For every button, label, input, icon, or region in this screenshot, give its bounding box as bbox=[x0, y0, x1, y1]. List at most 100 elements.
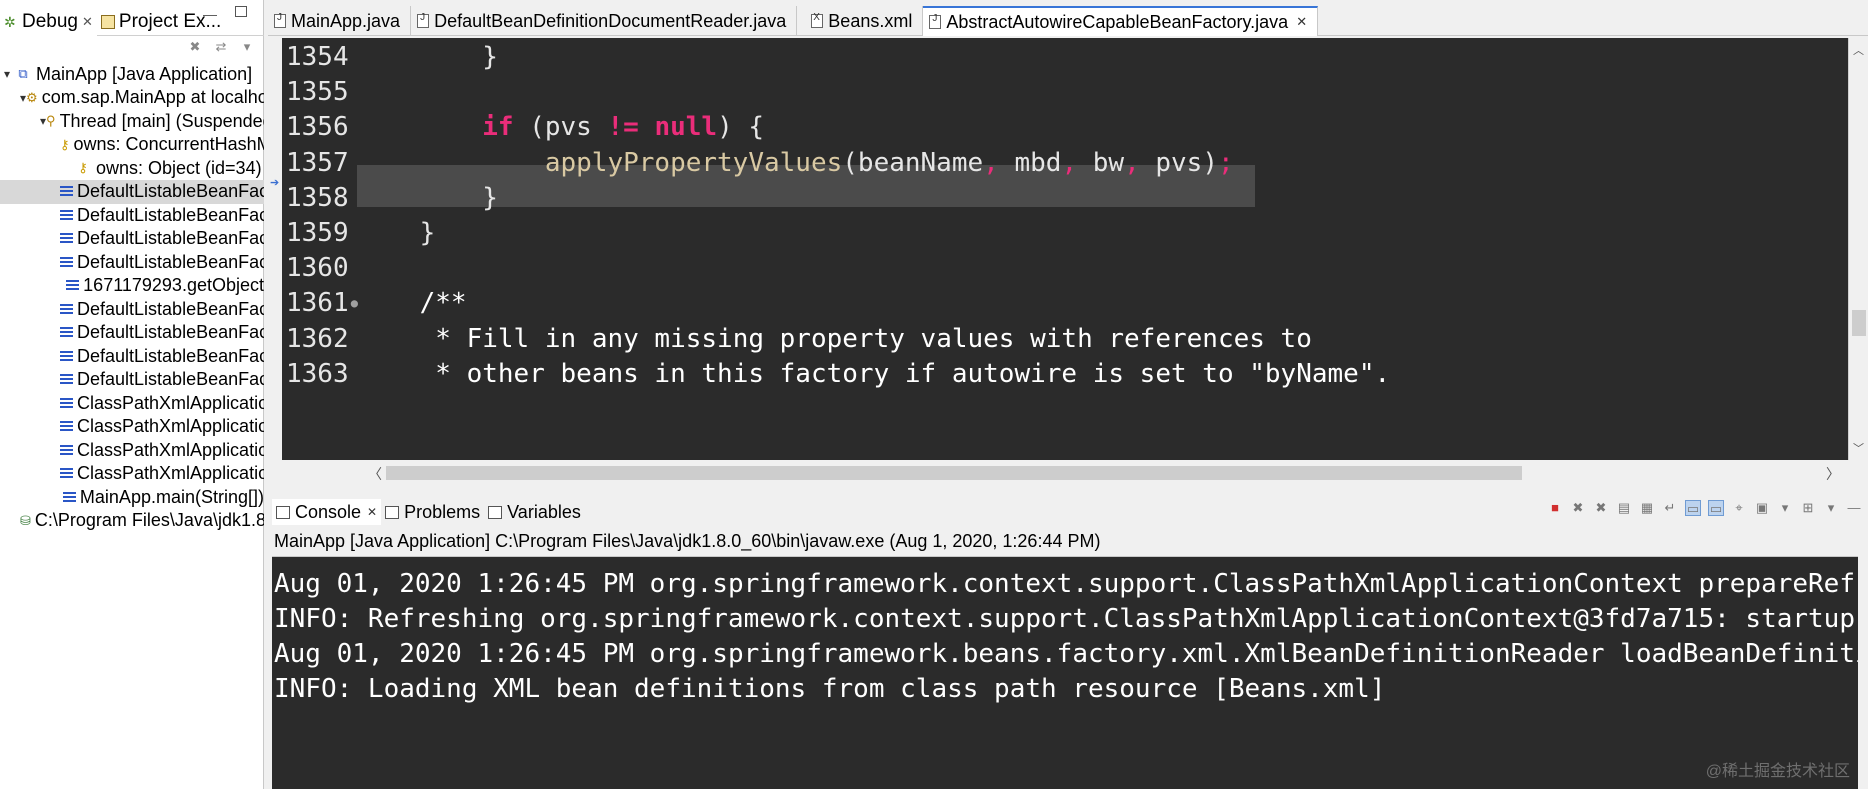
tree-item[interactable]: ⛁C:\Program Files\Java\jdk1.8.0_60 bbox=[0, 509, 264, 533]
close-icon[interactable]: ✕ bbox=[367, 505, 377, 519]
tree-item[interactable]: DefaultListableBeanFactory bbox=[0, 250, 264, 274]
maximize-icon[interactable] bbox=[235, 6, 247, 17]
console-tab[interactable]: Console ✕ bbox=[272, 499, 382, 525]
minimize-icon[interactable]: — bbox=[1846, 500, 1862, 516]
tree-item[interactable]: DefaultListableBeanFactory bbox=[0, 179, 264, 204]
expand-arrow-icon[interactable]: ▾ bbox=[0, 67, 14, 81]
tree-item[interactable]: DefaultListableBeanFactory bbox=[0, 297, 264, 321]
tree-item[interactable]: DefaultListableBeanFactory bbox=[0, 344, 264, 368]
tree-item[interactable]: ClassPathXmlApplicationContext bbox=[0, 415, 264, 439]
tree-item-label: DefaultListableBeanFactory bbox=[77, 369, 264, 389]
scroll-up-icon[interactable]: ︿ bbox=[1853, 42, 1864, 58]
chevron-down-icon[interactable]: ▾ bbox=[1777, 500, 1793, 516]
line-number-gutter: 1354 1355 1356 1357 1358 1359 1360 1361 ● 1362 136… bbox=[282, 38, 358, 460]
stack-frame-icon bbox=[60, 184, 73, 200]
tree-item[interactable]: MainApp.main(String[]) bbox=[0, 485, 264, 509]
sash[interactable] bbox=[264, 0, 268, 789]
tree-item[interactable]: ClassPathXmlApplicationContext bbox=[0, 462, 264, 486]
tree-item[interactable]: ▾ ⚲ Thread [main] (Suspended) bbox=[0, 109, 264, 133]
connect-icon[interactable]: ⇄ bbox=[213, 40, 229, 54]
tree-item-label: DefaultListableBeanFactory bbox=[77, 322, 264, 342]
tree-item-label: owns: ConcurrentHashMap bbox=[73, 134, 264, 154]
remove-all-terminated-icon[interactable]: ✖ bbox=[1593, 500, 1609, 516]
editor-vertical-scrollbar[interactable]: ︿ ﹀ bbox=[1848, 38, 1868, 460]
editor-tab[interactable]: Beans.xml bbox=[797, 6, 924, 36]
tab-debug[interactable]: ✲ Debug ✕ bbox=[0, 7, 97, 36]
editor-tab-label: Beans.xml bbox=[828, 10, 913, 31]
stack-frame-icon bbox=[60, 372, 73, 388]
show-on-stderr-icon[interactable]: ▭ bbox=[1708, 500, 1724, 516]
view-menu-icon[interactable]: ▾ bbox=[239, 40, 255, 54]
close-icon[interactable]: ✕ bbox=[1296, 14, 1307, 30]
stack-frame-icon bbox=[60, 419, 73, 435]
tree-item[interactable]: DefaultListableBeanFactory bbox=[0, 227, 264, 251]
code-token: } bbox=[482, 182, 498, 213]
line-number-text: 1361 bbox=[286, 288, 349, 319]
code-area[interactable]: } if (pvs != null) { applyPropertyValues… bbox=[357, 38, 1848, 460]
tree-item-label: DefaultListableBeanFactory bbox=[77, 204, 264, 225]
pin-console-icon[interactable]: ⌖ bbox=[1731, 500, 1747, 516]
scroll-thumb[interactable] bbox=[1852, 310, 1866, 336]
remove-terminated-icon[interactable]: ✖ bbox=[187, 40, 203, 54]
java-file-icon bbox=[417, 12, 430, 28]
code-token: , bbox=[1061, 147, 1078, 178]
line-number: 1363 bbox=[286, 353, 352, 395]
editor-tab[interactable]: AbstractAutowireCapableBeanFactory.java ✕ bbox=[923, 6, 1319, 36]
editor-tab[interactable]: MainApp.java bbox=[268, 6, 412, 36]
tree-item-label: MainApp [Java Application] bbox=[36, 63, 253, 84]
scroll-down-icon[interactable]: ﹀ bbox=[1853, 440, 1864, 456]
code-line: * other beans in this factory if autowir… bbox=[357, 353, 1390, 395]
scroll-thumb[interactable] bbox=[386, 466, 1522, 480]
code-token: /** bbox=[419, 288, 467, 319]
stack-frame-icon bbox=[60, 254, 73, 270]
close-icon[interactable]: ✕ bbox=[82, 14, 93, 30]
scroll-lock-icon[interactable]: ▦ bbox=[1639, 500, 1655, 516]
editor-horizontal-scrollbar[interactable]: 〈 〉 bbox=[282, 460, 1848, 486]
tree-item[interactable]: ⚷owns: ConcurrentHashMap bbox=[0, 133, 264, 157]
console-scrollbar[interactable] bbox=[1858, 556, 1868, 789]
tree-item[interactable]: DefaultListableBeanFactory bbox=[0, 368, 264, 392]
scroll-right-icon[interactable]: 〉 bbox=[1826, 464, 1840, 484]
show-on-stdout-icon[interactable]: ▭ bbox=[1685, 500, 1701, 516]
tree-item[interactable]: DefaultListableBeanFactory bbox=[0, 321, 264, 345]
tree-item[interactable]: 1671179293.getObject bbox=[0, 274, 264, 298]
tree-item[interactable]: ⚷ owns: Object (id=34) bbox=[0, 156, 264, 180]
open-console-icon[interactable]: ⊞ bbox=[1800, 500, 1816, 516]
stack-frame-icon bbox=[60, 301, 73, 317]
minimize-icon[interactable]: — bbox=[203, 6, 217, 22]
code-token: (beanName bbox=[842, 147, 984, 178]
word-wrap-icon[interactable]: ↵ bbox=[1662, 500, 1678, 516]
tree-item[interactable]: ▾ ⧉ MainApp [Java Application] bbox=[0, 62, 264, 86]
view-menu-icon[interactable]: ▾ bbox=[1823, 500, 1839, 516]
scroll-left-icon[interactable]: 〈 bbox=[368, 464, 382, 484]
tree-item[interactable]: ClassPathXmlApplicationContext bbox=[0, 391, 264, 415]
console-line: INFO: Loading XML bean definitions from … bbox=[274, 674, 1386, 704]
tree-item[interactable]: DefaultListableBeanFactory bbox=[0, 203, 264, 227]
tree-item-label: ClassPathXmlApplicationContext bbox=[77, 463, 264, 483]
tree-item-label: ClassPathXmlApplicationContext bbox=[77, 439, 264, 460]
display-console-icon[interactable]: ▣ bbox=[1754, 500, 1770, 516]
code-token: , bbox=[1124, 147, 1140, 178]
remove-launch-icon[interactable]: ✖ bbox=[1570, 500, 1586, 516]
code-editor[interactable]: 1354 1355 1356 1357 1358 1359 1360 1361 ● 1362 136… bbox=[282, 38, 1848, 460]
terminate-icon[interactable]: ■ bbox=[1547, 500, 1563, 516]
console-tab[interactable]: Problems bbox=[381, 499, 484, 525]
console-launch-label: MainApp [Java Application] C:\Program Fi… bbox=[272, 530, 1868, 554]
code-token: * Fill in any missing property values wi… bbox=[435, 323, 1312, 354]
tree-item[interactable]: ▾ ⚙ com.sap.MainApp at localhost bbox=[0, 86, 264, 110]
tree-item[interactable]: ClassPathXmlApplicationContext bbox=[0, 438, 264, 462]
stack-frame-icon bbox=[60, 325, 73, 341]
clear-console-icon[interactable]: ▤ bbox=[1616, 500, 1632, 516]
java-app-icon: ⧉ bbox=[18, 66, 28, 81]
editor-tab[interactable]: DefaultBeanDefinitionDocumentReader.java bbox=[411, 6, 798, 36]
variables-icon bbox=[488, 505, 503, 519]
console-output[interactable]: @稀土掘金技术社区 Aug 01, 2020 1:26:45 PM org.sp… bbox=[272, 556, 1858, 789]
console-tab[interactable]: Variables bbox=[484, 499, 585, 525]
stack-frame-icon bbox=[60, 395, 73, 411]
